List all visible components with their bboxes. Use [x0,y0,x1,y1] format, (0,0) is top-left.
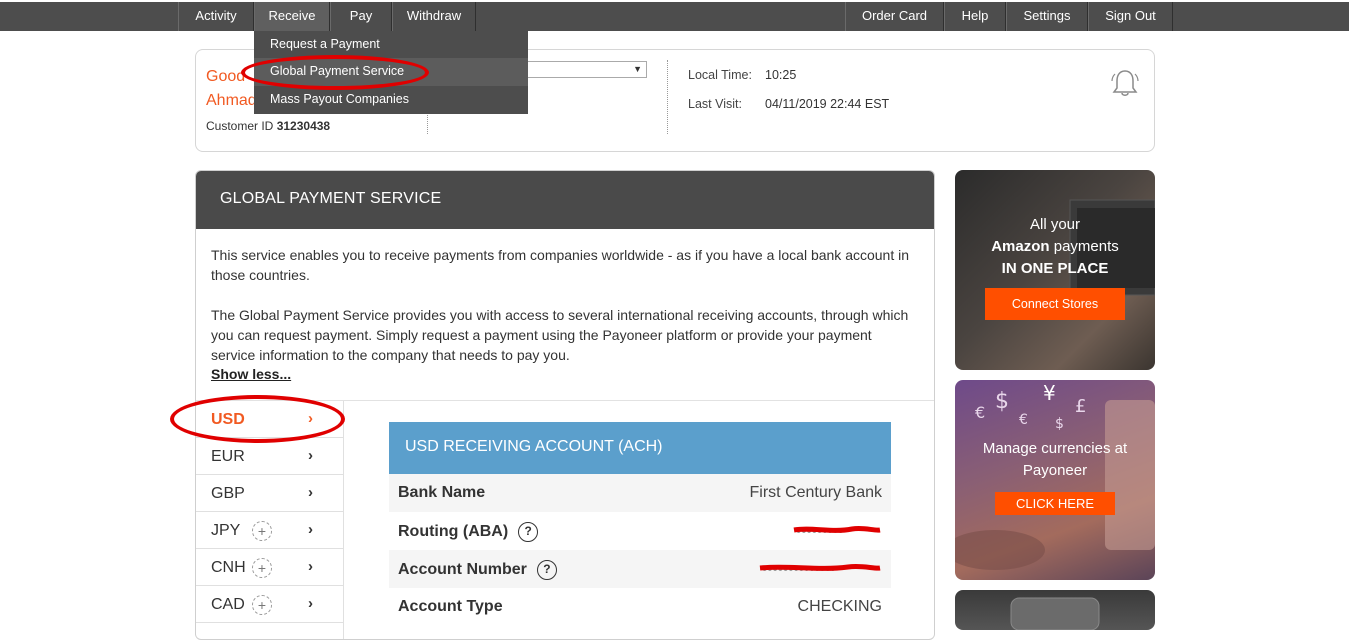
menu-item-request-payment[interactable]: Request a Payment [254,31,528,59]
nav-order-card[interactable]: Order Card [845,2,944,31]
currency-item-jpy[interactable]: JPY + › [196,512,344,549]
currency-list: USD › EUR › GBP › JPY + › CNH + › CAD + … [196,401,344,639]
account-card-header: USD RECEIVING ACCOUNT (ACH) [389,422,891,474]
connect-stores-button[interactable]: Connect Stores [985,288,1125,320]
ad2-line-1: Manage currencies at [982,440,1128,457]
chevron-right-icon: › [308,521,313,538]
account-row-bank-name: Bank Name First Century Bank [389,474,891,512]
account-card-title: USD RECEIVING ACCOUNT (ACH) [405,438,663,455]
menu-item-mass-payout-companies[interactable]: Mass Payout Companies [254,86,528,114]
svg-text:€: € [975,403,985,422]
help-icon[interactable]: ? [536,560,557,580]
chevron-right-icon: › [308,595,313,612]
currency-code: USD [211,411,245,428]
currency-item-cnh[interactable]: CNH + › [196,549,344,586]
panel-title: GLOBAL PAYMENT SERVICE [220,190,442,207]
ad1-line-2-rest: payments [1049,238,1119,255]
local-time-value: 10:25 [765,68,797,82]
row-label: Account Type [398,598,503,615]
amazon-stores-ad[interactable]: All your Amazon payments IN ONE PLACE Co… [955,170,1155,370]
row-label: Routing (ABA) [398,523,509,540]
last-visit-label: Last Visit: [688,97,742,111]
currency-item-gbp[interactable]: GBP › [196,475,344,512]
customer-id-value: 31230438 [276,119,331,133]
nav-help[interactable]: Help [944,2,1006,31]
ad1-bold: Amazon [991,238,1050,255]
show-less-link[interactable]: Show less... [211,366,291,382]
header-divider-2 [667,60,668,134]
row-value: CHECKING [797,598,882,615]
svg-text:¥: ¥ [1043,381,1056,405]
panel-header: GLOBAL PAYMENT SERVICE [196,171,934,229]
currency-code: CAD [211,596,245,613]
chevron-right-icon: › [308,484,313,501]
global-payment-service-panel: GLOBAL PAYMENT SERVICE This service enab… [195,170,935,640]
row-label: Account Number [398,561,527,578]
chevron-right-icon: › [308,558,313,575]
ad1-line-3: IN ONE PLACE [1001,260,1109,277]
top-navigation: Activity Receive Pay Withdraw Order Card… [0,0,1349,31]
add-circle-icon[interactable]: + [252,558,272,578]
currency-code: GBP [211,485,245,502]
greeting-line-1: Good [206,68,246,85]
nav-pay[interactable]: Pay [330,2,392,31]
receive-dropdown-menu: Request a Payment Global Payment Service… [254,31,528,114]
third-ad[interactable] [955,590,1155,630]
description-paragraph-2: The Global Payment Service provides you … [211,307,909,363]
nav-withdraw[interactable]: Withdraw [392,2,476,31]
greeting-name: Ahmad [206,92,257,109]
currency-item-cad[interactable]: CAD + › [196,586,344,623]
nav-receive[interactable]: Receive [254,2,330,31]
receiving-account-card: USD RECEIVING ACCOUNT (ACH) Bank Name Fi… [389,422,891,639]
row-label: Bank Name [398,484,486,501]
row-label-wrap: Account Number? [398,560,557,580]
local-time-label: Local Time: [688,68,752,82]
currency-code: JPY [211,522,241,539]
svg-text:£: £ [1075,396,1086,417]
ad1-line-2: Amazon payments [955,236,1155,258]
currency-item-usd[interactable]: USD › [196,401,344,438]
chevron-right-icon: › [308,410,313,427]
manage-currencies-ad[interactable]: € $ ¥ £ € $ Manage currencies at Payonee… [955,380,1155,580]
svg-text:€: € [1019,412,1028,428]
add-circle-icon[interactable]: + [252,521,272,541]
ad2-line-2: Payoneer [1022,462,1088,479]
menu-item-global-payment-service[interactable]: Global Payment Service [254,58,528,86]
nav-settings[interactable]: Settings [1006,2,1088,31]
chevron-down-icon: ▼ [633,64,642,74]
nav-sign-out[interactable]: Sign Out [1088,2,1173,31]
redacted-value: •••••••••••••• [759,561,881,578]
currency-item-eur[interactable]: EUR › [196,438,344,475]
account-row-account-type: Account Type CHECKING [389,588,891,626]
account-row-account-number: Account Number? •••••••••••••• [389,550,891,588]
currency-code: EUR [211,448,245,465]
help-icon[interactable]: ? [518,522,539,542]
svg-text:$: $ [995,389,1009,414]
add-circle-icon[interactable]: + [252,595,272,615]
svg-text:$: $ [1055,416,1064,432]
bell-icon[interactable] [1111,68,1139,98]
ad1-line-1: All your [1029,216,1081,233]
row-value: First Century Bank [749,484,882,501]
account-row-routing: Routing (ABA)? ••••••••• [389,512,891,550]
chevron-right-icon: › [308,447,313,464]
click-here-button[interactable]: CLICK HERE [995,492,1115,515]
customer-id: Customer ID 31230438 [206,119,330,133]
redacted-value: ••••••••• [793,523,881,540]
last-visit-value: 04/11/2019 22:44 EST [765,97,890,111]
currency-code: CNH [211,559,246,576]
nav-activity[interactable]: Activity [178,2,254,31]
row-label-wrap: Routing (ABA)? [398,522,539,542]
customer-id-label: Customer ID [206,119,274,133]
balance-select[interactable]: ▼ [526,61,647,78]
description-paragraph-1: This service enables you to receive paym… [211,247,910,283]
